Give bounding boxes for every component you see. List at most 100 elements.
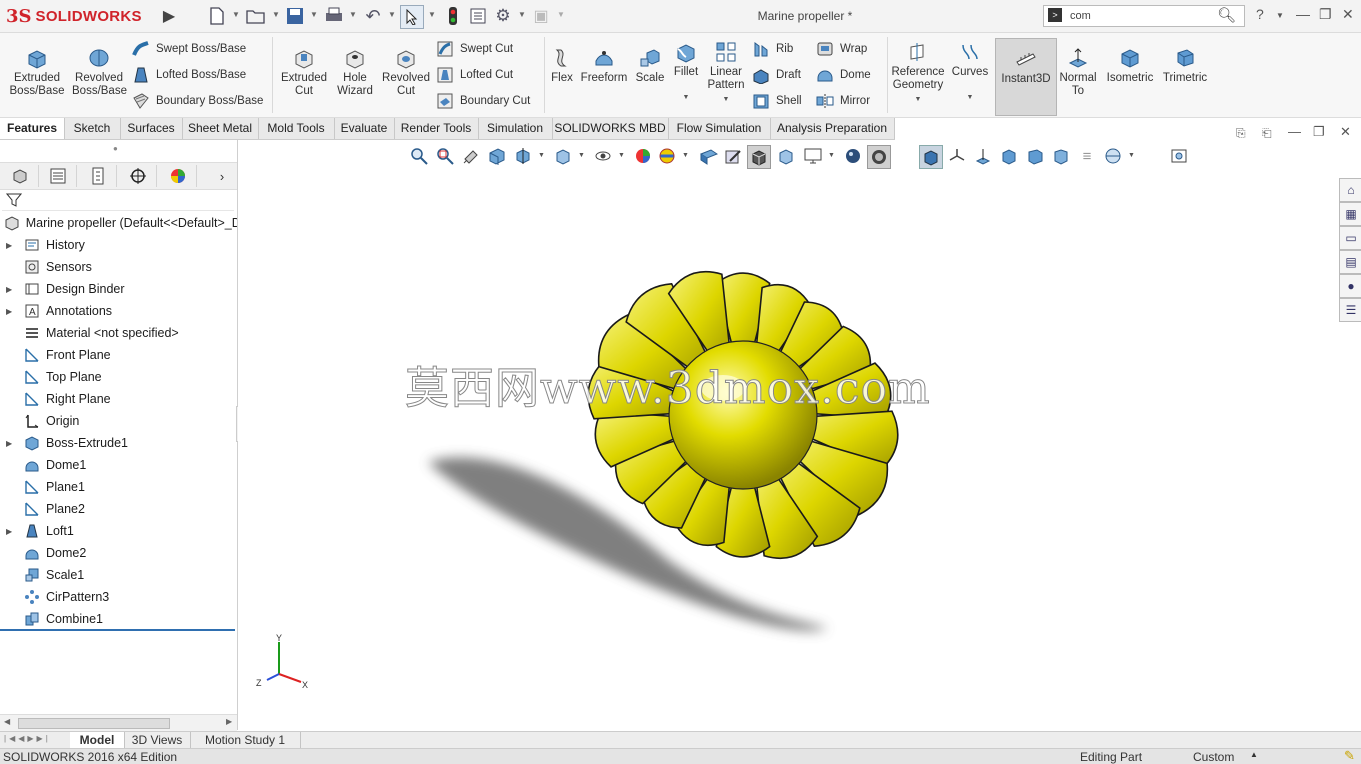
chevron-down-icon[interactable]: ▼ bbox=[828, 152, 835, 159]
wrap-button[interactable]: Wrap bbox=[816, 39, 867, 59]
propeller-model-view[interactable] bbox=[238, 140, 1338, 730]
design-library-icon[interactable]: ▦ bbox=[1339, 202, 1361, 226]
tree-item[interactable]: Sensors bbox=[0, 256, 237, 278]
chevron-down-icon[interactable]: ▼ bbox=[518, 10, 526, 19]
swept-cut-button[interactable]: Swept Cut bbox=[436, 39, 513, 59]
revolved-boss-button[interactable]: Revolved Boss/Base bbox=[72, 47, 127, 98]
apply-scene-icon[interactable] bbox=[656, 145, 678, 167]
expand-arrow-icon[interactable]: ▶ bbox=[6, 241, 16, 250]
tab-scroll-arrows-icon[interactable]: |◀◀▶▶| bbox=[4, 734, 51, 743]
tree-item[interactable]: ▶ Boss-Extrude1 bbox=[0, 432, 237, 454]
view-selector-icon[interactable] bbox=[1102, 145, 1124, 167]
trimetric-view-icon[interactable] bbox=[1024, 145, 1046, 167]
tree-item[interactable]: ▶ A Annotations bbox=[0, 300, 237, 322]
rebuild-icon[interactable] bbox=[442, 5, 464, 27]
save-icon[interactable] bbox=[284, 5, 306, 27]
chevron-down-icon[interactable]: ▼ bbox=[232, 10, 240, 19]
tab-simulation[interactable]: Simulation bbox=[478, 118, 553, 139]
chevron-down-icon[interactable]: ▼ bbox=[948, 91, 992, 104]
hole-wizard-button[interactable]: Hole Wizard bbox=[332, 47, 378, 98]
tree-item[interactable]: Combine1 bbox=[0, 608, 237, 630]
chevron-down-icon[interactable]: ▼ bbox=[538, 152, 545, 159]
new-document-icon[interactable] bbox=[206, 5, 228, 27]
chevron-down-icon[interactable]: ▼ bbox=[349, 10, 357, 19]
tab-sheet-metal[interactable]: Sheet Metal bbox=[182, 118, 259, 139]
tree-item[interactable]: Plane2 bbox=[0, 498, 237, 520]
expand-arrow-icon[interactable]: ▶ bbox=[6, 527, 16, 536]
dimxpert-manager-tab-icon[interactable] bbox=[120, 165, 157, 187]
revolved-cut-button[interactable]: Revolved Cut bbox=[380, 47, 432, 98]
appearances-scenes-icon[interactable]: ● bbox=[1339, 274, 1361, 298]
curves-button[interactable]: Curves ▼ bbox=[948, 41, 992, 104]
close-window-icon[interactable]: ✕ bbox=[1342, 6, 1354, 23]
chevron-down-icon[interactable]: ▼ bbox=[578, 152, 585, 159]
chevron-up-icon[interactable]: ▲ bbox=[1250, 750, 1258, 759]
horizontal-scrollbar[interactable]: ◀ ▶ bbox=[0, 714, 237, 731]
panel-splitter-handle[interactable]: ● bbox=[113, 144, 118, 153]
lofted-cut-button[interactable]: Lofted Cut bbox=[436, 65, 513, 85]
view-orientation-icon[interactable] bbox=[552, 145, 574, 167]
tab-sketch[interactable]: Sketch bbox=[64, 118, 121, 139]
mirror-button[interactable]: Mirror bbox=[816, 91, 870, 111]
open-folder-icon[interactable] bbox=[245, 5, 267, 27]
ambient-occlusion-icon[interactable] bbox=[867, 145, 891, 169]
trimetric-button[interactable]: Trimetric bbox=[1158, 47, 1212, 85]
command-search-box[interactable]: > 🔍︎ bbox=[1043, 5, 1245, 27]
normal-to-button[interactable]: Normal To bbox=[1058, 47, 1098, 98]
tab-analysis-preparation[interactable]: Analysis Preparation bbox=[770, 118, 895, 139]
edit-sketch-view-icon[interactable] bbox=[722, 145, 744, 167]
expand-arrow-icon[interactable]: ▶ bbox=[6, 307, 16, 316]
triad-view-icon[interactable] bbox=[946, 145, 968, 167]
edit-appearance-icon[interactable] bbox=[632, 145, 654, 167]
display-style-icon[interactable] bbox=[775, 145, 797, 167]
rebuild-status-icon[interactable]: ✎ bbox=[1344, 748, 1355, 764]
help-icon[interactable]: ? bbox=[1256, 6, 1264, 22]
custom-properties-icon[interactable]: ☰ bbox=[1339, 298, 1361, 322]
chevron-down-icon[interactable]: ▼ bbox=[557, 10, 565, 19]
chevron-down-icon[interactable]: ▼ bbox=[272, 10, 280, 19]
print-icon[interactable] bbox=[323, 5, 345, 27]
tab-mold-tools[interactable]: Mold Tools bbox=[258, 118, 335, 139]
expand-arrow-icon[interactable]: ▶ bbox=[6, 285, 16, 294]
file-properties-icon[interactable] bbox=[467, 5, 489, 27]
previous-view-icon[interactable] bbox=[460, 145, 482, 167]
isometric-view-icon[interactable] bbox=[998, 145, 1020, 167]
freeform-button[interactable]: Freeform bbox=[578, 47, 630, 85]
selection-box-icon[interactable] bbox=[919, 145, 943, 169]
tab-motion-study[interactable]: Motion Study 1 bbox=[190, 732, 301, 749]
minimize-window-icon[interactable]: — bbox=[1296, 6, 1310, 22]
tree-item[interactable]: Front Plane bbox=[0, 344, 237, 366]
tree-item[interactable]: Right Plane bbox=[0, 388, 237, 410]
tab-3d-views[interactable]: 3D Views bbox=[124, 732, 191, 749]
tree-item[interactable]: Dome1 bbox=[0, 454, 237, 476]
configuration-manager-tab-icon[interactable] bbox=[80, 165, 117, 187]
view-list-icon[interactable]: ≡ bbox=[1076, 145, 1098, 167]
scrollbar-thumb[interactable] bbox=[18, 718, 170, 729]
dimetric-view-icon[interactable] bbox=[1050, 145, 1072, 167]
display-manager-tab-icon[interactable] bbox=[160, 165, 197, 187]
next-viewport-icon[interactable]: ⎗ bbox=[1262, 126, 1272, 141]
previous-viewport-icon[interactable]: ⎘ bbox=[1236, 126, 1246, 141]
swept-boss-button[interactable]: Swept Boss/Base bbox=[132, 39, 246, 59]
scale-button[interactable]: Scale bbox=[632, 47, 668, 85]
feature-manager-tab-icon[interactable] bbox=[2, 165, 39, 187]
solidworks-logo[interactable]: 3S SOLIDWORKS bbox=[6, 3, 154, 29]
tree-item[interactable]: Scale1 bbox=[0, 564, 237, 586]
chevron-down-icon[interactable]: ▼ bbox=[670, 91, 702, 104]
expand-menu-icon[interactable]: ▶ bbox=[158, 5, 180, 27]
view-palette-icon[interactable]: ▤ bbox=[1339, 250, 1361, 274]
search-icon[interactable]: 🔍︎ bbox=[1217, 6, 1236, 24]
isometric-button[interactable]: Isometric bbox=[1104, 47, 1156, 85]
chevron-down-icon[interactable]: ▼ bbox=[618, 152, 625, 159]
zoom-to-area-icon[interactable] bbox=[434, 145, 456, 167]
screen-capture-icon[interactable] bbox=[1168, 145, 1190, 167]
tree-item[interactable]: CirPattern3 bbox=[0, 586, 237, 608]
flex-button[interactable]: Flex bbox=[548, 47, 576, 85]
rollback-bar[interactable] bbox=[0, 629, 235, 631]
tree-item[interactable]: ▶ Design Binder bbox=[0, 278, 237, 300]
tab-model[interactable]: Model bbox=[70, 732, 125, 749]
options-gear-icon[interactable]: ⚙ bbox=[492, 5, 514, 27]
scroll-right-icon[interactable]: ▶ bbox=[226, 717, 232, 726]
tab-surfaces[interactable]: Surfaces bbox=[120, 118, 183, 139]
select-cursor-icon[interactable] bbox=[400, 5, 424, 29]
